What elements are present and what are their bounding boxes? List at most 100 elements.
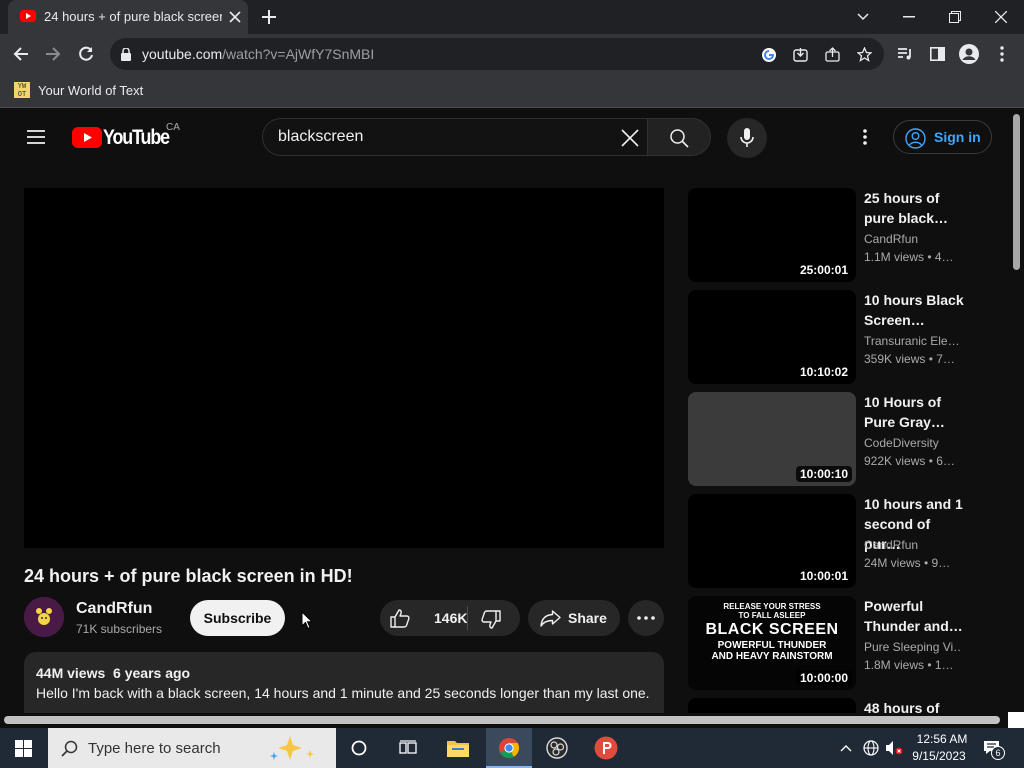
related-title[interactable]: 10 Hours of Pure Gray… [864,392,964,432]
sign-in-label: Sign in [934,129,981,145]
window-close-icon[interactable] [992,8,1010,26]
duration-badge: 10:00:01 [795,568,852,584]
video-thumbnail[interactable]: RELEASE YOUR STRESS TO FALL ASLEEP BLACK… [688,596,856,690]
file-explorer-icon[interactable] [446,738,470,758]
forward-icon[interactable] [44,45,62,63]
bookmarks-bar: YW OT Your World of Text [0,74,1024,108]
system-clock[interactable]: 12:56 AM 9/15/2023 [906,728,974,768]
related-title-line: Powerful [864,598,924,614]
thumbnail-line: AND HEAVY RAINSTORM [711,651,833,662]
duration-badge: 10:10:02 [795,364,852,380]
media-controls-icon[interactable] [896,45,914,63]
taskbar-search-icon [60,739,78,757]
more-actions-button[interactable] [628,600,664,636]
show-hidden-icons-icon[interactable] [838,740,854,756]
like-button[interactable]: 146K [380,600,468,636]
related-title[interactable]: 25 hours of pure black… [864,188,964,228]
related-title[interactable]: 48 hours of [864,698,964,714]
google-lens-icon[interactable] [760,46,777,63]
share-icon [539,608,561,628]
related-channel[interactable]: CandRfun [864,232,960,246]
search-button[interactable] [647,118,711,156]
region-code: CA [166,122,180,133]
youtube-logo[interactable]: YouTube CA [72,122,182,150]
vertical-scrollbar[interactable] [1010,108,1024,714]
reload-icon[interactable] [77,45,95,63]
description-box[interactable]: 44M views 6 years ago Hello I'm back wit… [24,652,664,714]
video-thumbnail[interactable]: 10:00:10 [688,392,856,486]
notification-center-button[interactable]: 6 [978,736,1008,762]
guide-menu-icon[interactable] [26,128,46,146]
url-text[interactable]: youtube.com/watch?v=AjWfY7SnMBI [142,46,374,62]
related-channel[interactable]: Transuranic Ele… [864,334,960,348]
bookmark-item[interactable]: YW OT Your World of Text [0,74,150,108]
obs-icon[interactable] [545,737,569,759]
chrome-taskbar-button[interactable] [486,728,532,768]
horizontal-scrollbar[interactable] [0,713,1010,727]
related-title-line: Pure Gray… [864,414,945,430]
task-view-icon[interactable] [398,739,418,757]
back-icon[interactable] [12,45,30,63]
browser-menu-icon[interactable] [993,45,1011,63]
related-video[interactable]: 48 hours of [688,698,968,714]
voice-search-button[interactable] [727,118,767,158]
related-title[interactable]: 10 hours Black Screen… [864,290,964,330]
profile-avatar-icon[interactable] [959,44,979,64]
video-thumbnail[interactable]: 25:00:01 [688,188,856,282]
address-bar[interactable]: youtube.com/watch?v=AjWfY7SnMBI [110,38,884,70]
share-label: Share [568,610,607,626]
clear-search-icon[interactable] [621,129,639,147]
url-path: /watch?v=AjWfY7SnMBI [222,46,375,62]
related-video[interactable]: RELEASE YOUR STRESS TO FALL ASLEEP BLACK… [688,596,968,690]
minimize-icon[interactable] [900,8,918,26]
microphone-icon [739,128,755,148]
tab-title: 24 hours + of pure black screen in [44,9,222,24]
channel-avatar[interactable] [24,597,64,637]
browser-tab[interactable]: 24 hours + of pure black screen in [8,0,248,34]
channel-name[interactable]: CandRfun [76,600,152,618]
horizontal-scroll-thumb[interactable] [4,716,1000,724]
windows-start-icon[interactable] [14,739,32,757]
psiphon-icon[interactable] [594,736,618,760]
related-channel[interactable]: CodeDiversity [864,436,960,450]
tab-close-icon[interactable] [228,10,242,24]
install-app-icon[interactable] [792,46,809,63]
volume-muted-icon[interactable] [884,739,904,757]
video-thumbnail[interactable] [688,698,856,714]
video-thumbnail[interactable]: 10:10:02 [688,290,856,384]
share-page-icon[interactable] [824,46,841,63]
cortana-icon[interactable] [350,739,368,757]
duration-badge: 25:00:01 [795,262,852,278]
side-panel-icon[interactable] [928,45,946,63]
browser-tab-bar: 24 hours + of pure black screen in [0,0,1024,34]
tab-search-icon[interactable] [854,8,872,26]
vertical-scroll-thumb[interactable] [1013,114,1020,270]
related-video[interactable]: 10:00:10 10 Hours of Pure Gray… CodeDiver… [688,392,968,486]
related-channel[interactable]: CandRfun [864,538,960,552]
video-thumbnail[interactable]: 10:00:01 [688,494,856,588]
related-video[interactable]: 10:10:02 10 hours Black Screen… Transuran… [688,290,968,384]
thumbnail-line: BLACK SCREEN [705,621,839,638]
related-title[interactable]: Powerful Thunder and… [864,596,964,636]
network-globe-icon[interactable] [862,739,880,757]
lock-icon[interactable] [120,47,132,61]
related-views: 359K views • 7… [864,352,955,366]
dislike-button[interactable] [468,600,520,636]
scroll-corner [1008,712,1024,728]
related-video[interactable]: 10:00:01 10 hours and 1 second of pur… Ca… [688,494,968,588]
search-input-value: blackscreen [278,128,364,145]
sign-in-button[interactable]: Sign in [893,120,992,154]
video-player[interactable] [24,188,664,548]
search-input[interactable]: blackscreen [262,118,648,156]
related-video[interactable]: 25:00:01 25 hours of pure black… CandRfun… [688,188,968,282]
new-tab-icon[interactable] [260,8,278,26]
bookmark-star-icon[interactable] [856,46,873,63]
related-title-line: 25 hours of [864,190,940,206]
related-channel[interactable]: Pure Sleeping Vi… [864,640,960,654]
taskbar-search-box[interactable]: Type here to search [48,728,336,768]
related-views: 24M views • 9… [864,556,951,570]
subscribe-button[interactable]: Subscribe [190,600,285,636]
share-button[interactable]: Share [528,600,620,636]
restore-icon[interactable] [946,8,964,26]
settings-more-icon[interactable] [856,127,874,147]
